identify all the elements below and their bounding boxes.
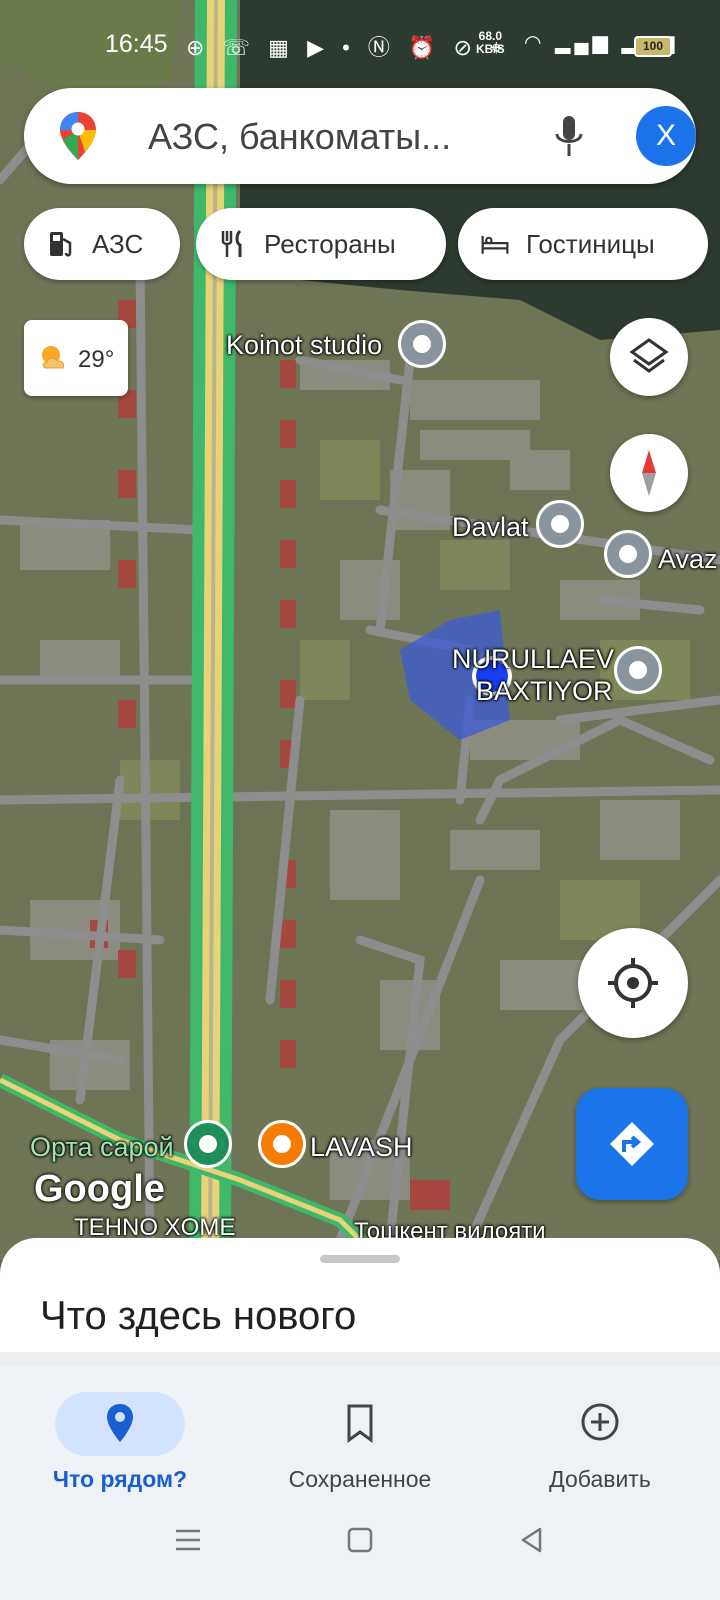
menu-icon[interactable] <box>174 1526 202 1554</box>
hotel-icon <box>481 236 509 254</box>
status-bar: 16:45 ⊕ ☏ ▦ ▶ • Ⓝ ⏰ ⊘ ⌖ 68.0 KB/S ◠ ▂▄▆ … <box>0 0 720 90</box>
my-location-button[interactable] <box>578 928 688 1038</box>
chip-hotels[interactable]: Гостиницы <box>458 208 708 280</box>
home-icon[interactable] <box>346 1526 374 1554</box>
bottom-sheet[interactable]: Что здесь нового <box>0 1238 720 1360</box>
gas-station-icon <box>50 232 72 257</box>
status-time: 16:45 <box>105 30 168 58</box>
google-maps-logo-icon <box>60 112 96 160</box>
poi-pin-icon[interactable] <box>604 530 652 578</box>
network-speed: 68.0 KB/S <box>476 30 505 56</box>
chip-gas-stations[interactable]: АЗС <box>24 208 180 280</box>
tab-label: Добавить <box>549 1466 651 1492</box>
map-label: NURULLAEV <box>452 644 615 674</box>
map-label: Avaz <box>658 544 718 574</box>
microphone-icon[interactable] <box>554 114 584 160</box>
tab-explore[interactable]: Что рядом? <box>0 1366 240 1496</box>
crosshair-icon <box>608 958 658 1008</box>
poi-pin-icon[interactable] <box>398 320 446 368</box>
tab-contribute[interactable]: Добавить <box>480 1366 720 1496</box>
back-icon[interactable] <box>518 1526 546 1554</box>
chip-restaurants[interactable]: Рестораны <box>196 208 446 280</box>
layers-button[interactable] <box>610 318 688 396</box>
bottom-navigation: Что рядом? Сохраненное Добавить <box>0 1366 720 1496</box>
hiking-poi-icon[interactable] <box>184 1120 232 1168</box>
battery-icon: 100 <box>634 36 672 57</box>
search-bar[interactable]: АЗС, банкоматы... X <box>24 88 696 184</box>
account-avatar[interactable]: X <box>636 106 696 166</box>
status-icons: ⊕ ☏ ▦ ▶ • Ⓝ ⏰ ⊘ ⌖ <box>186 35 509 60</box>
map-label: Davlat <box>452 512 529 542</box>
network-speed-value: 68.0 <box>478 29 503 43</box>
temperature: 29° <box>78 346 115 373</box>
sheet-title: Что здесь нового <box>40 1294 357 1338</box>
restaurant-poi-icon[interactable] <box>258 1120 306 1168</box>
layers-icon <box>629 338 669 373</box>
divider <box>0 1352 720 1366</box>
directions-button[interactable] <box>576 1088 688 1200</box>
directions-icon <box>610 1122 654 1166</box>
compass-icon <box>642 450 656 496</box>
google-logo: Google <box>34 1168 165 1210</box>
weather-widget[interactable]: 29° <box>24 320 128 396</box>
tab-label: Что рядом? <box>52 1466 188 1492</box>
chip-label: Гостиницы <box>526 228 655 259</box>
poi-pin-icon[interactable] <box>614 646 662 694</box>
bookmark-icon <box>347 1404 373 1443</box>
add-circle-icon <box>581 1403 619 1441</box>
search-input[interactable]: АЗС, банкоматы... <box>148 116 451 158</box>
tab-label: Сохраненное <box>288 1466 432 1492</box>
restaurant-icon <box>221 229 242 257</box>
sheet-drag-handle[interactable] <box>320 1255 400 1263</box>
explore-pin-icon <box>107 1404 133 1442</box>
compass-button[interactable] <box>610 434 688 512</box>
chip-label: Рестораны <box>264 228 396 259</box>
map-label: Орта сарой <box>30 1132 174 1162</box>
chip-label: АЗС <box>92 228 144 259</box>
map-label: BAXTIYOR <box>476 676 613 706</box>
map-label: LAVASH <box>310 1132 413 1162</box>
map-canvas <box>0 0 720 1260</box>
system-navigation-bar <box>0 1496 720 1600</box>
network-speed-unit: KB/S <box>476 42 505 56</box>
map-label: Koinot studio <box>226 330 383 360</box>
satellite-map[interactable] <box>0 0 720 1260</box>
poi-pin-icon[interactable] <box>536 500 584 548</box>
tab-saved[interactable]: Сохраненное <box>240 1366 480 1496</box>
partly-cloudy-icon <box>42 346 65 369</box>
